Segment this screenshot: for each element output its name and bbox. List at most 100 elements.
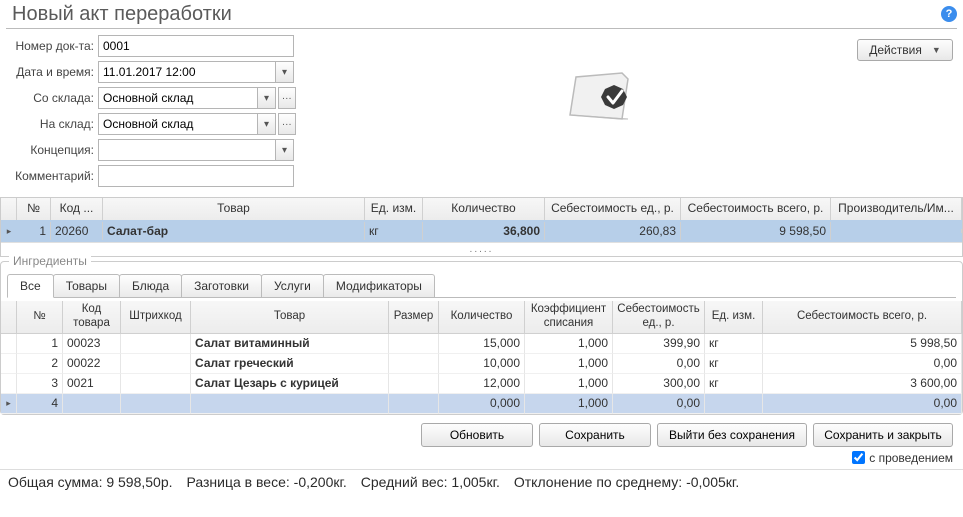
ingredients-tabs: Все Товары Блюда Заготовки Услуги Модифи… [1,270,962,298]
ingredients-cell-code: 00022 [63,354,121,374]
ingredients-row[interactable]: 100023Салат витаминный15,0001,000399,90к… [1,334,962,354]
cell-producer[interactable] [831,229,962,233]
ingredients-cell-barcode [121,354,191,374]
ing-col-rowmark [1,301,17,334]
ingredients-cell-product[interactable]: Салат греческий [191,354,389,374]
ingredients-cell-cost_total: 5 998,50 [763,334,962,354]
ingredients-cell-qty[interactable]: 10,000 [439,354,525,374]
cell-cost-total: 9 598,50 [681,222,831,240]
ing-col-product[interactable]: Товар [191,301,389,334]
datetime-input[interactable] [98,61,276,83]
tab-semis[interactable]: Заготовки [181,274,262,298]
col-producer[interactable]: Производитель/Им... [831,198,962,220]
from-store-label: Со склада: [6,91,98,105]
ingredients-cell-code [63,394,121,414]
save-and-close-button[interactable]: Сохранить и закрыть [813,423,953,447]
actions-dropdown[interactable]: Действия ▼ [857,39,953,61]
concept-label: Концепция: [6,143,98,157]
ingredients-row[interactable]: 30021Салат Цезарь с курицей12,0001,00030… [1,374,962,394]
ingredients-cell-qty[interactable]: 12,000 [439,374,525,394]
concept-input[interactable] [98,139,276,161]
cell-num: 1 [17,222,51,240]
row-caret-icon: ▸ [1,226,17,237]
actions-label: Действия [869,43,922,57]
ingredients-cell-cost_total: 3 600,00 [763,374,962,394]
ingredients-cell-rowmark [1,334,17,354]
datetime-label: Дата и время: [6,65,98,79]
cell-unit: кг [365,222,423,240]
ingredients-cell-num: 3 [17,374,63,394]
tab-services[interactable]: Услуги [261,274,324,298]
ingredients-cell-coef: 1,000 [525,354,613,374]
ingredients-cell-num: 4 [17,394,63,414]
ing-col-cost-unit[interactable]: Себестоимость ед., р. [613,301,705,334]
ingredients-cell-cost_unit: 399,90 [613,334,705,354]
ing-col-code[interactable]: Код товара [63,301,121,334]
ing-col-num[interactable]: № [17,301,63,334]
with-posting-checkbox[interactable] [852,451,865,464]
main-grid-row[interactable]: ▸ 1 20260 Салат-бар кг 36,800 260,83 9 5… [1,220,962,242]
ingredients-cell-qty[interactable]: 0,000 [439,394,525,414]
cell-product[interactable]: Салат-бар [103,222,365,240]
comment-label: Комментарий: [6,169,98,183]
doc-number-input[interactable] [98,35,294,57]
tab-all[interactable]: Все [7,274,54,298]
to-store-more-button[interactable] [278,113,296,135]
col-rowmark [1,198,17,220]
status-bar: Общая сумма: 9 598,50р. Разница в весе: … [0,469,963,494]
ingredients-row[interactable]: 200022Салат греческий10,0001,0000,00кг0,… [1,354,962,374]
col-product[interactable]: Товар [103,198,365,220]
ingredients-fieldset: Ингредиенты Все Товары Блюда Заготовки У… [0,261,963,415]
ing-col-coef[interactable]: Коэффициент списания [525,301,613,334]
col-unit[interactable]: Ед. изм. [365,198,423,220]
ingredients-cell-rowmark: ▸ [1,394,17,414]
ingredients-cell-coef: 1,000 [525,394,613,414]
exit-no-save-button[interactable]: Выйти без сохранения [657,423,807,447]
ing-col-barcode[interactable]: Штрихкод [121,301,191,334]
ingredients-cell-rowmark [1,374,17,394]
main-grid[interactable]: № Код ... Товар Ед. изм. Количество Себе… [0,197,963,257]
ingredients-legend: Ингредиенты [9,254,91,268]
ingredients-cell-product[interactable]: Салат Цезарь с курицей [191,374,389,394]
save-button[interactable]: Сохранить [539,423,651,447]
tab-goods[interactable]: Товары [53,274,120,298]
ing-col-unit[interactable]: Ед. изм. [705,301,763,334]
tab-dishes[interactable]: Блюда [119,274,182,298]
datetime-dropdown-button[interactable] [276,61,294,83]
ingredients-cell-barcode [121,334,191,354]
ingredients-cell-unit: кг [705,374,763,394]
ingredients-cell-cost_unit: 0,00 [613,354,705,374]
ing-col-qty[interactable]: Количество [439,301,525,334]
cell-code: 20260 [51,222,103,240]
col-code[interactable]: Код ... [51,198,103,220]
comment-input[interactable] [98,165,294,187]
tab-modifiers[interactable]: Модификаторы [323,274,435,298]
cell-qty[interactable]: 36,800 [423,222,545,240]
ingredients-grid[interactable]: № Код товара Штрихкод Товар Размер Колич… [1,301,962,414]
to-store-input[interactable] [98,113,258,135]
col-cost-unit[interactable]: Себестоимость ед., р. [545,198,681,220]
ing-col-size[interactable]: Размер [389,301,439,334]
col-cost-total[interactable]: Себестоимость всего, р. [681,198,831,220]
from-store-input[interactable] [98,87,258,109]
from-store-more-button[interactable] [278,87,296,109]
col-num[interactable]: № [17,198,51,220]
help-icon[interactable]: ? [941,6,957,22]
ingredients-cell-unit: кг [705,354,763,374]
from-store-dropdown-button[interactable] [258,87,276,109]
ingredients-cell-qty[interactable]: 15,000 [439,334,525,354]
update-button[interactable]: Обновить [421,423,533,447]
ing-col-cost-total[interactable]: Себестоимость всего, р. [763,301,962,334]
ingredients-cell-unit [705,394,763,414]
ingredients-cell-code: 0021 [63,374,121,394]
col-qty[interactable]: Количество [423,198,545,220]
to-store-dropdown-button[interactable] [258,113,276,135]
ingredients-row[interactable]: ▸40,0001,0000,000,00 [1,394,962,414]
document-checkmark-icon [556,59,644,129]
concept-dropdown-button[interactable] [276,139,294,161]
ingredients-cell-product[interactable]: Салат витаминный [191,334,389,354]
doc-number-label: Номер док-та: [6,39,98,53]
ingredients-cell-num: 1 [17,334,63,354]
ingredients-cell-barcode [121,394,191,414]
ingredients-cell-product[interactable] [191,394,389,414]
